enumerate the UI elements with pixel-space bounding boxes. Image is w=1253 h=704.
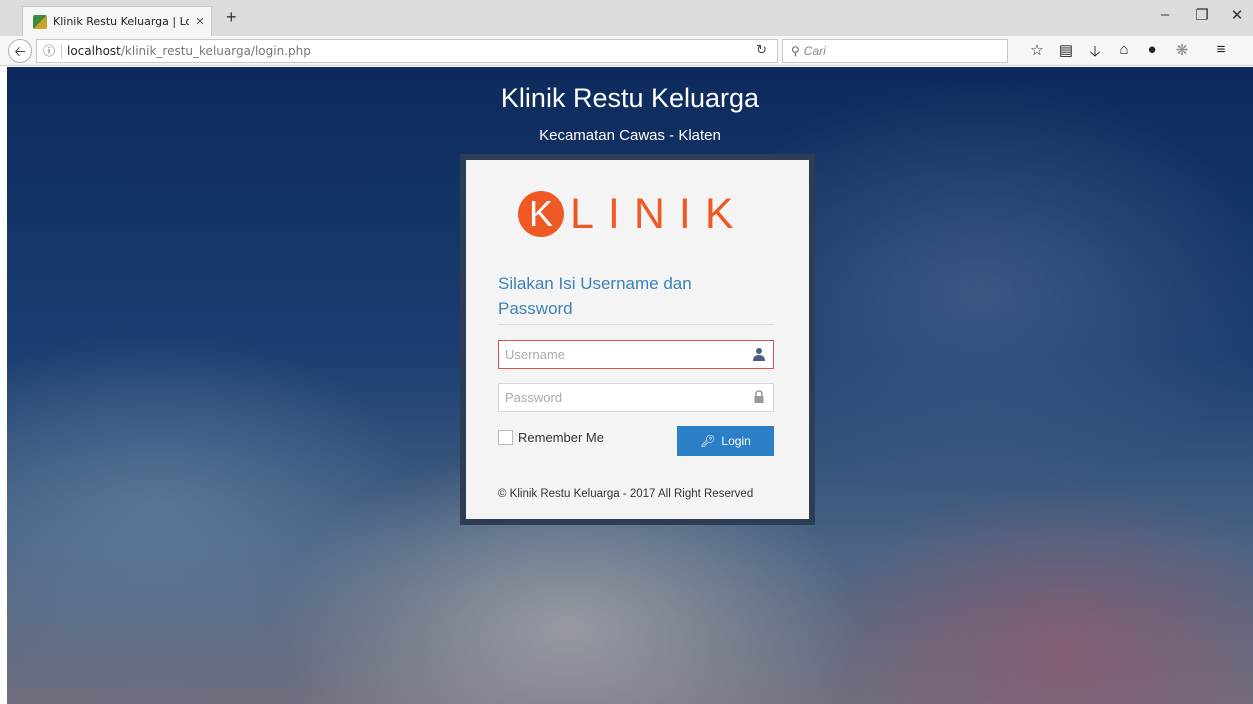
bookmark-star-icon[interactable]: ☆ (1025, 41, 1049, 59)
username-field (498, 340, 774, 369)
restore-icon[interactable]: ❐ (1187, 6, 1217, 24)
footer-text: © Klinik Restu Keluarga - 2017 All Right… (498, 488, 754, 500)
logo-text: LINIK (570, 190, 748, 238)
url-host: localhost (67, 44, 121, 58)
search-icon: ⚲ (791, 44, 800, 58)
site-subtitle: Kecamatan Cawas - Klaten (539, 127, 721, 144)
divider (498, 324, 774, 325)
site-favicon-icon (33, 14, 47, 29)
reading-list-icon[interactable]: ▤ (1054, 41, 1078, 59)
tab-bar: Klinik Restu Keluarga | Login × + – ❐ ✕ (0, 0, 1253, 36)
login-button-label: Login (721, 434, 751, 448)
minimize-icon[interactable]: – (1150, 6, 1180, 23)
extension-icon[interactable]: ● (1140, 41, 1164, 58)
back-arrow-icon[interactable]: 🡠 (8, 39, 32, 63)
search-bar[interactable]: ⚲ Cari (782, 39, 1008, 63)
url-path: /klinik_restu_keluarga/login.php (120, 44, 311, 58)
user-icon (753, 348, 765, 361)
remember-checkbox[interactable] (498, 430, 513, 445)
reload-icon[interactable]: ↻ (756, 40, 767, 62)
password-field (498, 383, 774, 412)
page-background: Klinik Restu Keluarga Kecamatan Cawas - … (7, 67, 1253, 704)
window-close-icon[interactable]: ✕ (1222, 6, 1252, 24)
site-info-icon[interactable]: ⓘ (43, 40, 55, 62)
tab-close-icon[interactable]: × (189, 13, 211, 30)
logo-k-circle: K (518, 191, 564, 237)
download-icon[interactable]: 🡣 (1083, 41, 1107, 66)
home-icon[interactable]: ⌂ (1112, 41, 1136, 58)
login-heading: Silakan Isi Username dan Password (498, 274, 692, 318)
username-input[interactable] (499, 341, 745, 368)
login-panel: K LINIK Silakan Isi Username dan Passwor… (460, 154, 815, 525)
url-text: localhost/klinik_restu_keluarga/login.ph… (67, 40, 311, 62)
lock-icon (754, 390, 764, 403)
login-box: K LINIK Silakan Isi Username dan Passwor… (466, 160, 809, 519)
klinik-logo: K LINIK (518, 191, 748, 237)
site-title: Klinik Restu Keluarga (500, 83, 760, 113)
address-bar[interactable]: ⓘ localhost/klinik_restu_keluarga/login.… (36, 39, 778, 63)
menu-icon[interactable]: ≡ (1209, 41, 1233, 58)
search-placeholder: Cari (803, 44, 826, 58)
remember-label: Remember Me (518, 430, 604, 445)
key-icon: 🔑︎ (700, 434, 716, 448)
browser-tab[interactable]: Klinik Restu Keluarga | Login × (22, 6, 212, 36)
password-input[interactable] (499, 384, 745, 411)
extension-2-icon[interactable]: ❋ (1170, 41, 1194, 59)
remember-me[interactable]: Remember Me (498, 430, 604, 445)
new-tab-button[interactable]: + (226, 7, 237, 28)
tab-title: Klinik Restu Keluarga | Login (53, 15, 189, 28)
login-button[interactable]: 🔑︎ Login (677, 426, 774, 456)
